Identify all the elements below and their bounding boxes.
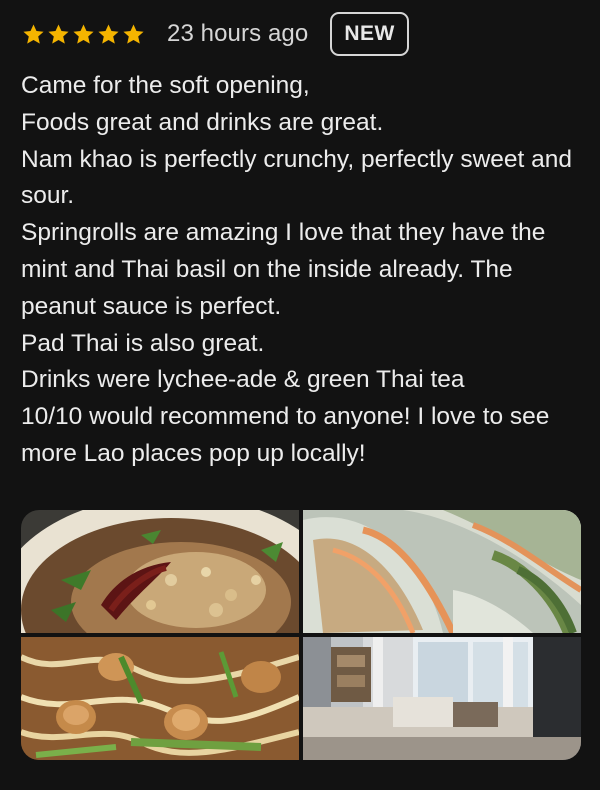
star-icon [98, 23, 119, 44]
review-line: 10/10 would recommend to anyone! I love … [21, 403, 550, 467]
review-line: Foods great and drinks are great. [21, 108, 384, 136]
review-line: Nam khao is perfectly crunchy, perfectly… [21, 145, 573, 210]
pad-thai-photo[interactable] [21, 637, 299, 760]
star-icon [73, 23, 94, 44]
review-time: 23 hours ago [167, 20, 309, 47]
review-text[interactable]: Came for the soft opening, Foods great a… [21, 68, 587, 473]
star-icon [48, 23, 69, 44]
star-icon [123, 23, 144, 44]
nam-khao-photo[interactable] [21, 510, 299, 633]
star-icon [23, 23, 44, 44]
review-line: Drinks were lychee-ade & green Thai tea [21, 366, 465, 394]
review-line: Came for the soft opening, [21, 72, 310, 99]
restaurant-interior-photo[interactable] [303, 637, 581, 760]
new-badge: NEW [330, 12, 409, 56]
review-line: Pad Thai is also great. [21, 329, 265, 357]
spring-rolls-photo[interactable] [303, 510, 581, 633]
review-header: 23 hours ago NEW [22, 10, 409, 58]
review-line: Springrolls are amazing I love that they… [21, 219, 546, 320]
star-rating [22, 23, 145, 46]
photo-grid [21, 510, 581, 760]
